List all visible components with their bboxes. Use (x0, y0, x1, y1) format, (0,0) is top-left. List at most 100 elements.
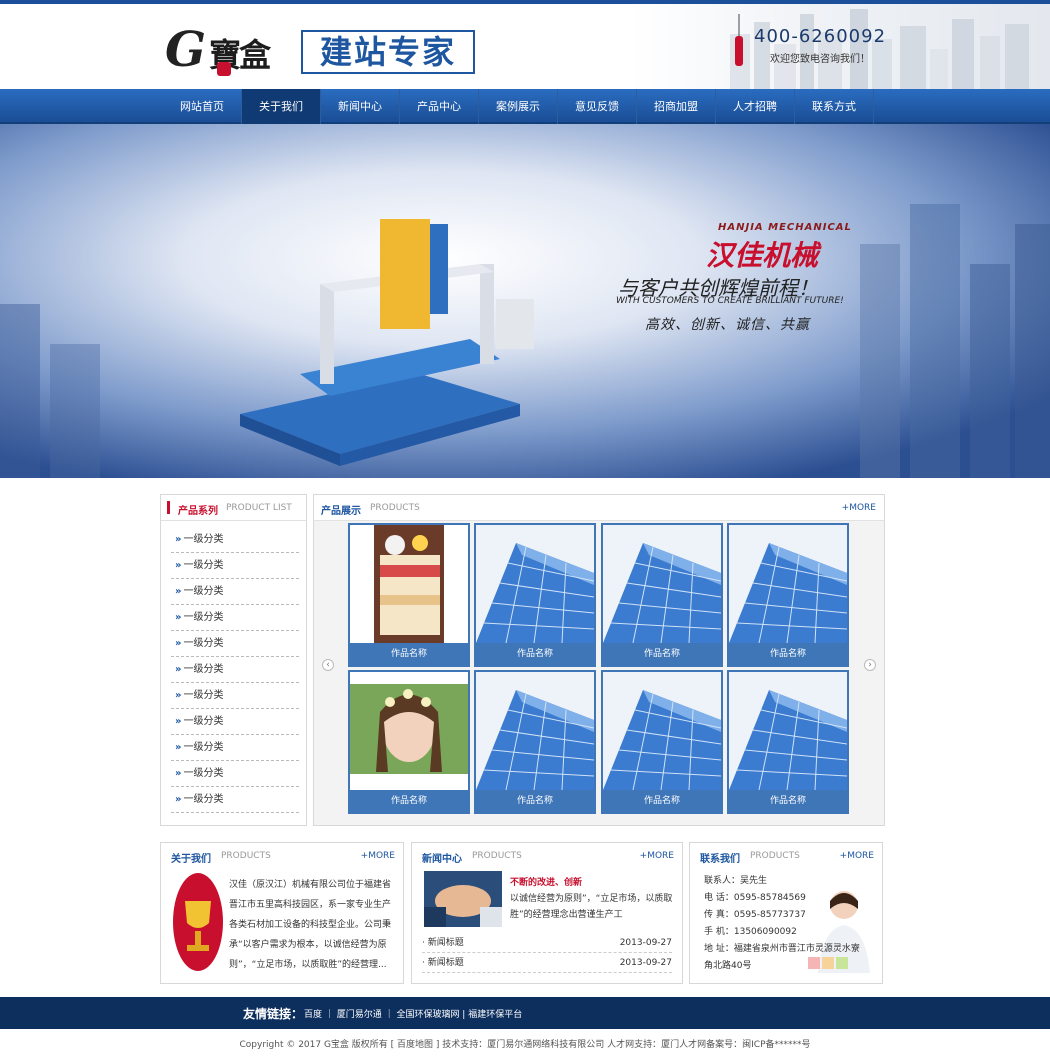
banner-brand-en: HANJIA MECHANICAL (718, 222, 852, 233)
product-card[interactable]: 作品名称 (474, 523, 596, 667)
contact-title-en: PRODUCTS (750, 851, 800, 861)
news-title-en: PRODUCTS (472, 851, 522, 861)
news-header: 新闻中心 PRODUCTS +MORE (412, 843, 682, 869)
category-item[interactable]: » 一级分类 (171, 683, 299, 709)
product-card[interactable]: 作品名称 (348, 523, 470, 667)
contact-fax: 传 真：0595-85773737 (704, 910, 806, 920)
product-card[interactable]: 作品名称 (601, 670, 723, 814)
news-item-date: 2013-09-27 (619, 938, 672, 948)
news-title: 新闻中心 (422, 854, 462, 865)
product-card[interactable]: 作品名称 (727, 523, 849, 667)
double-chevron-icon: » (175, 768, 182, 779)
nav-item-jobs[interactable]: 人才招聘 (716, 89, 795, 124)
news-item-title: · 新闻标题 (422, 958, 464, 968)
category-item[interactable]: » 一级分类 (171, 709, 299, 735)
news-feature-title[interactable]: 不断的改进、创新 (510, 875, 582, 888)
phone-number: 400-6260092 (754, 26, 887, 47)
products-title: 产品展示 (321, 506, 361, 517)
nav-item-contact[interactable]: 联系方式 (795, 89, 874, 124)
product-thumb-glass-building (603, 672, 721, 790)
contact-mobile: 手 机：13506090092 (704, 927, 797, 937)
next-arrow-icon[interactable]: › (864, 659, 876, 671)
news-list-item[interactable]: · 新闻标题 2013-09-27 (422, 953, 672, 973)
product-card[interactable]: 作品名称 (348, 670, 470, 814)
products-panel: 产品展示 PRODUCTS +MORE ‹ › 作品名称 作品名称 作品名称 作… (313, 494, 885, 826)
about-header: 关于我们 PRODUCTS +MORE (161, 843, 403, 869)
about-title: 关于我们 (171, 854, 211, 865)
product-thumb-glass-building (729, 672, 847, 790)
about-text: 汉佳（原汉江）机械有限公司位于福建省晋江市五里高科技园区，系一家专业生产各类石材… (229, 880, 392, 970)
product-list-title: 产品系列 (178, 506, 218, 517)
banner-values: 高效、创新、诚信、共赢 (645, 317, 810, 333)
product-caption: 作品名称 (516, 649, 553, 659)
about-title-en: PRODUCTS (221, 851, 271, 861)
copyright-text: Copyright © 2017 G宝盒 版权所有 [ 百度地图 ] 技术支持：… (239, 1040, 811, 1050)
about-panel: 关于我们 PRODUCTS +MORE 汉佳（原汉江）机械有限公司位于福建省晋江… (160, 842, 404, 984)
product-caption: 作品名称 (643, 796, 680, 806)
contact-panel: 联系我们 PRODUCTS +MORE 联系人：吴先生 电 话：0595-857… (689, 842, 883, 984)
nav-item-about[interactable]: 关于我们 (242, 89, 321, 124)
product-thumb-cake (350, 525, 468, 643)
product-list-title-en: PRODUCT LIST (226, 503, 292, 513)
product-caption: 作品名称 (769, 796, 806, 806)
nav-item-news[interactable]: 新闻中心 (321, 89, 400, 124)
category-list: » 一级分类 » 一级分类 » 一级分类 » 一级分类 » 一级分类 » 一级分类 » 一级分… (171, 527, 299, 813)
about-more-link[interactable]: +MORE (361, 851, 395, 861)
news-more-link[interactable]: +MORE (640, 851, 674, 861)
friend-links-list[interactable]: 百度 ｜ 厦门易尔通 ｜ 全国环保玻璃网 | 福建环保平台 (304, 1007, 522, 1020)
category-item[interactable]: » 一级分类 (171, 761, 299, 787)
contact-tel: 电 话：0595-85784569 (704, 893, 806, 903)
nav-item-home[interactable]: 网站首页 (163, 89, 242, 124)
nav-item-cases[interactable]: 案例展示 (479, 89, 558, 124)
product-card[interactable]: 作品名称 (601, 523, 723, 667)
product-card[interactable]: 作品名称 (474, 670, 596, 814)
double-chevron-icon: » (175, 794, 182, 805)
nav-item-feedback[interactable]: 意见反馈 (558, 89, 637, 124)
category-item[interactable]: » 一级分类 (171, 605, 299, 631)
contact-more-link[interactable]: +MORE (840, 851, 874, 861)
site-header: G 寶盒 建站专家 400-6260092 欢迎您致电咨询我们！ (0, 4, 1050, 89)
site-logo[interactable]: G 寶盒 建站专家 (165, 22, 485, 82)
contact-address: 地 址：福建省泉州市晋江市灵源灵水寮角北路40号 (704, 944, 860, 971)
prev-arrow-icon[interactable]: ‹ (322, 659, 334, 671)
category-item[interactable]: » 一级分类 (171, 787, 299, 813)
main-nav: 网站首页 关于我们 新闻中心 产品中心 案例展示 意见反馈 招商加盟 人才招聘 … (0, 89, 1050, 124)
category-item[interactable]: » 一级分类 (171, 527, 299, 553)
logo-seal-icon (217, 62, 231, 76)
product-thumb-glass-building (603, 525, 721, 643)
product-thumb-glass-building (729, 525, 847, 643)
friend-links-title: 友情链接： (243, 1007, 304, 1021)
product-caption: 作品名称 (390, 796, 427, 806)
nav-item-products[interactable]: 产品中心 (400, 89, 479, 124)
double-chevron-icon: » (175, 664, 182, 675)
product-thumb-glass-building (476, 525, 594, 643)
category-item[interactable]: » 一级分类 (171, 579, 299, 605)
category-item[interactable]: » 一级分类 (171, 553, 299, 579)
product-thumb-glass-building (476, 672, 594, 790)
double-chevron-icon: » (175, 638, 182, 649)
product-caption: 作品名称 (643, 649, 680, 659)
news-list-item[interactable]: · 新闻标题 2013-09-27 (422, 933, 672, 953)
double-chevron-icon: » (175, 716, 182, 727)
contact-header: 联系我们 PRODUCTS +MORE (690, 843, 882, 869)
double-chevron-icon: » (175, 742, 182, 753)
nav-item-franchise[interactable]: 招商加盟 (637, 89, 716, 124)
product-caption: 作品名称 (516, 796, 553, 806)
contact-title: 联系我们 (700, 854, 740, 865)
double-chevron-icon: » (175, 534, 182, 545)
logo-letter: G (165, 22, 206, 78)
category-item[interactable]: » 一级分类 (171, 657, 299, 683)
double-chevron-icon: » (175, 586, 182, 597)
product-list-header: 产品系列 PRODUCT LIST (161, 495, 306, 521)
phone-handset-icon (735, 14, 743, 66)
hero-banner[interactable]: HANJIA MECHANICAL 汉佳机械 与客户共创辉煌前程！ WITH C… (0, 124, 1050, 478)
product-caption: 作品名称 (390, 649, 427, 659)
about-trophy-image (173, 873, 223, 971)
category-item[interactable]: » 一级分类 (171, 735, 299, 761)
products-more-link[interactable]: +MORE (842, 503, 876, 513)
header-accent-bar (167, 501, 170, 514)
category-item[interactable]: » 一级分类 (171, 631, 299, 657)
banner-tagline-en: WITH CUSTOMERS TO CREATE BRILLIANT FUTUR… (616, 296, 844, 306)
news-item-date: 2013-09-27 (619, 958, 672, 968)
product-card[interactable]: 作品名称 (727, 670, 849, 814)
